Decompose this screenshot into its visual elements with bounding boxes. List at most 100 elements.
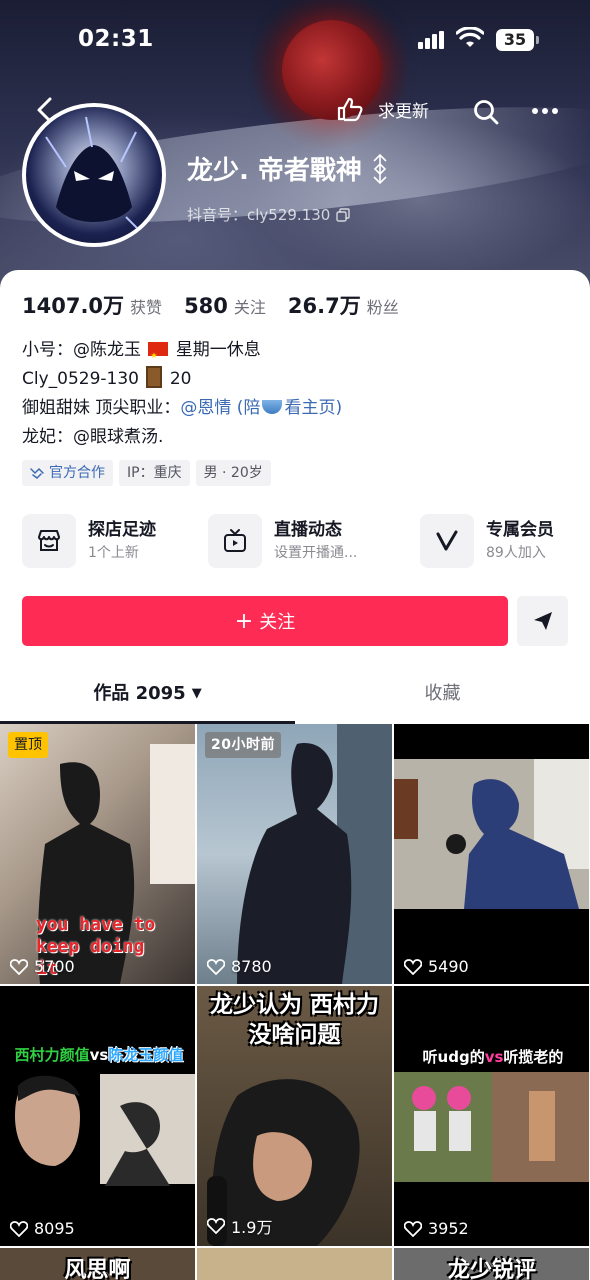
video-tile[interactable]: 置顶 you have to keep doing it 5700	[0, 724, 195, 984]
video-likes-count: 8095	[34, 1219, 75, 1238]
bio-line-1-suffix: 星期一休息	[175, 340, 261, 360]
video-thumbnail	[394, 759, 589, 909]
profile-card: 1407.0万 获赞 580 关注 26.7万 粉丝 小号：@陈龙玉 星期一休息…	[0, 270, 590, 1280]
decorative-symbol-icon	[373, 153, 387, 184]
nickname-text: 龙少. 帝者戰神	[187, 156, 362, 186]
share-button[interactable]	[517, 596, 568, 646]
tv-icon	[208, 514, 262, 568]
video-tile[interactable]: 龙少认为 西村力 没啥问题 1.9万	[197, 986, 392, 1246]
caret-down-icon[interactable]: ▼	[192, 666, 202, 722]
profile-bio: 小号：@陈龙玉 星期一休息 Cly_0529-130 20 御姐甜妹 顶尖职业：…	[22, 336, 342, 452]
avatar[interactable]	[22, 103, 166, 247]
heart-icon	[404, 1220, 422, 1237]
video-likes: 5700	[10, 957, 75, 976]
video-tile[interactable]: 龙少锐评	[394, 1248, 589, 1280]
feature-membership-sub: 89人加入	[486, 545, 546, 561]
feature-membership[interactable]: 专属会员 89人加入	[420, 514, 554, 568]
stat-following-label: 关注	[233, 298, 266, 317]
video-thumbnail	[394, 1072, 589, 1182]
video-tile[interactable]: 5490	[394, 724, 589, 984]
caption-vs: vs	[484, 1048, 504, 1066]
bio-mention-text-a: @恩情 (陪	[180, 398, 261, 418]
tab-collect[interactable]: 收藏	[295, 666, 590, 722]
bio-line-2: Cly_0529-130 20	[22, 365, 342, 394]
handshake-icon	[30, 467, 44, 479]
douyin-id: 抖音号：cly529.130	[187, 204, 351, 225]
store-icon	[22, 514, 76, 568]
video-tile[interactable]: 西村力颜值vs陈龙玉颜值 8095	[0, 986, 195, 1246]
video-thumbnail	[237, 724, 392, 984]
bio-mention-text-b: 看主页)	[284, 398, 343, 418]
video-tile[interactable]: 20小时前 8780	[197, 724, 392, 984]
more-options-icon[interactable]	[532, 100, 558, 122]
bio-mention-link[interactable]: @恩情 (陪 看主页)	[180, 398, 342, 418]
video-likes: 3952	[404, 1219, 469, 1238]
stat-followers[interactable]: 26.7万 粉丝	[288, 290, 399, 320]
bio-line-4: 龙妃：@眼球煮汤.	[22, 427, 164, 447]
bio-line-1-prefix: 小号：@陈龙玉	[22, 340, 141, 360]
wifi-icon	[456, 27, 484, 47]
heart-icon	[10, 1220, 28, 1237]
video-likes: 8095	[10, 1219, 75, 1238]
video-likes-count: 5700	[34, 957, 75, 976]
bio-line-2-prefix: Cly_0529-130	[22, 369, 139, 389]
feature-store-sub: 1个上新	[88, 545, 139, 561]
status-time: 02:31	[78, 26, 154, 52]
profile-nickname: 龙少. 帝者戰神	[187, 150, 390, 187]
stat-likes[interactable]: 1407.0万 获赞	[22, 290, 162, 320]
caption-part-b: 陈龙玉颜值	[108, 1046, 184, 1064]
video-likes: 1.9万	[207, 1214, 272, 1238]
heart-icon	[404, 958, 422, 975]
video-tile[interactable]	[197, 1248, 392, 1280]
china-flag-icon	[148, 341, 169, 370]
official-cooperation-label: 官方合作	[49, 465, 105, 481]
hand-point-icon	[337, 97, 363, 122]
video-tile[interactable]: 听udg的vs听揽老的 3952	[394, 986, 589, 1246]
stat-followers-value: 26.7万	[287, 294, 361, 318]
video-caption: 听udg的vs听揽老的	[398, 1046, 588, 1067]
bio-line-3: 御姐甜妹 顶尖职业：@恩情 (陪 看主页)	[22, 394, 342, 423]
battery-indicator: 35	[496, 29, 539, 51]
feature-store-visits[interactable]: 探店足迹 1个上新	[22, 514, 156, 568]
search-icon[interactable]	[472, 98, 500, 126]
caption-part-a: 西村力颜值	[14, 1046, 90, 1064]
bio-line-1: 小号：@陈龙玉 星期一休息	[22, 336, 342, 370]
video-likes-count: 8780	[231, 957, 272, 976]
feature-live-sub: 设置开播通...	[274, 545, 358, 561]
ip-location-tag: IP：重庆	[119, 460, 190, 486]
copy-icon[interactable]	[336, 207, 351, 222]
content-tabs: 作品 2095 ▼ 收藏	[0, 666, 590, 724]
heart-icon	[207, 958, 225, 975]
bio-line-2-suffix: 20	[169, 369, 192, 389]
request-update-button[interactable]: 求更新	[336, 96, 429, 122]
tab-works-label: 作品 2095	[93, 683, 186, 704]
plus-icon: +	[234, 608, 254, 634]
follow-label: 关注	[259, 612, 296, 633]
feature-shortcuts: 探店足迹 1个上新 直播动态 设置开播通... 专属会员 89人加入	[22, 514, 568, 570]
profile-tags: 官方合作 IP：重庆 男 · 20岁	[22, 460, 277, 486]
pinned-badge: 置顶	[8, 732, 48, 758]
video-caption: 龙少认为 西村力 没啥问题	[209, 992, 379, 1048]
official-cooperation-tag[interactable]: 官方合作	[22, 460, 113, 486]
follow-button[interactable]: + 关注	[22, 596, 508, 646]
video-tile[interactable]: 风思啊	[0, 1248, 195, 1280]
status-bar: 02:31 35	[0, 0, 590, 80]
stat-following[interactable]: 580 关注	[184, 294, 266, 318]
video-caption: 风思啊	[64, 1258, 131, 1280]
video-likes: 5490	[404, 957, 469, 976]
video-likes-count: 5490	[428, 957, 469, 976]
time-badge: 20小时前	[205, 732, 281, 758]
caption-part-b: 听揽老的	[503, 1048, 564, 1066]
stat-followers-label: 粉丝	[366, 298, 399, 317]
caption-part-a: 听udg的	[422, 1048, 485, 1066]
douyin-id-text: 抖音号：cly529.130	[187, 206, 331, 224]
avatar-artwork	[45, 116, 147, 238]
request-update-label: 求更新	[378, 101, 429, 122]
feature-live-updates[interactable]: 直播动态 设置开播通...	[208, 514, 357, 568]
tab-works[interactable]: 作品 2095 ▼	[0, 666, 295, 722]
gender-age-tag: 男 · 20岁	[195, 460, 271, 486]
bowl-icon	[262, 400, 283, 414]
caption-vs: vs	[89, 1046, 109, 1064]
feature-store-title: 探店足迹	[88, 520, 156, 540]
send-icon	[533, 612, 552, 630]
